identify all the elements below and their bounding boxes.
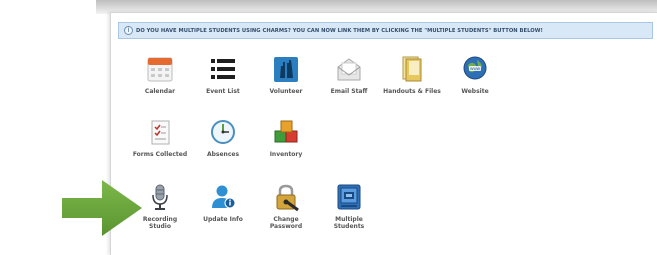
boxes-icon [274, 120, 298, 143]
forms-collected-tile[interactable]: Forms Collected [125, 117, 195, 158]
multiple-students-notice: i DO YOU HAVE MULTIPLE STUDENTS USING CH… [118, 22, 653, 39]
volunteer-hands-icon [274, 57, 298, 82]
clock-icon [211, 120, 235, 144]
calendar-tile[interactable]: Calendar [125, 54, 195, 95]
list-icon [211, 59, 235, 79]
svg-text:WWW: WWW [470, 67, 481, 71]
main-panel: i DO YOU HAVE MULTIPLE STUDENTS USING CH… [110, 12, 657, 255]
globe-icon: WWW [463, 56, 487, 80]
calendar-label: Calendar [144, 88, 176, 95]
green-arrow-icon [62, 180, 142, 236]
event-list-label: Event List [206, 88, 240, 95]
handouts-files-tile[interactable]: Handouts & Files [377, 54, 447, 95]
update-info-tile[interactable]: Update Info [188, 182, 258, 223]
absences-label: Absences [206, 151, 240, 158]
user-info-icon [212, 185, 236, 209]
multiple-students-tile[interactable]: Multiple Students [314, 182, 384, 230]
folder-icon [402, 56, 422, 82]
padlock-icon [276, 184, 299, 212]
multiple-students-label: Multiple Students [333, 216, 365, 230]
notice-text: DO YOU HAVE MULTIPLE STUDENTS USING CHAR… [136, 27, 543, 34]
update-info-label: Update Info [203, 216, 243, 223]
email-staff-tile[interactable]: Email Staff [314, 54, 384, 95]
event-list-tile[interactable]: Event List [188, 54, 258, 95]
info-icon: i [124, 26, 133, 35]
change-password-label: Change Password [269, 216, 303, 230]
forms-collected-label: Forms Collected [132, 151, 188, 158]
inventory-tile[interactable]: Inventory [251, 117, 321, 158]
absences-tile[interactable]: Absences [188, 117, 258, 158]
checklist-icon [151, 120, 170, 145]
email-staff-label: Email Staff [330, 88, 368, 95]
volunteer-label: Volunteer [269, 88, 303, 95]
microphone-icon [152, 184, 168, 210]
inventory-label: Inventory [269, 151, 303, 158]
change-password-tile[interactable]: Change Password [251, 182, 321, 230]
calendar-icon [147, 57, 173, 82]
multiple-students-icon [337, 184, 361, 210]
email-icon [337, 58, 361, 81]
website-label: Website [461, 88, 489, 95]
volunteer-tile[interactable]: Volunteer [251, 54, 321, 95]
website-tile[interactable]: WWW Website [440, 54, 510, 95]
handouts-files-label: Handouts & Files [383, 88, 441, 95]
